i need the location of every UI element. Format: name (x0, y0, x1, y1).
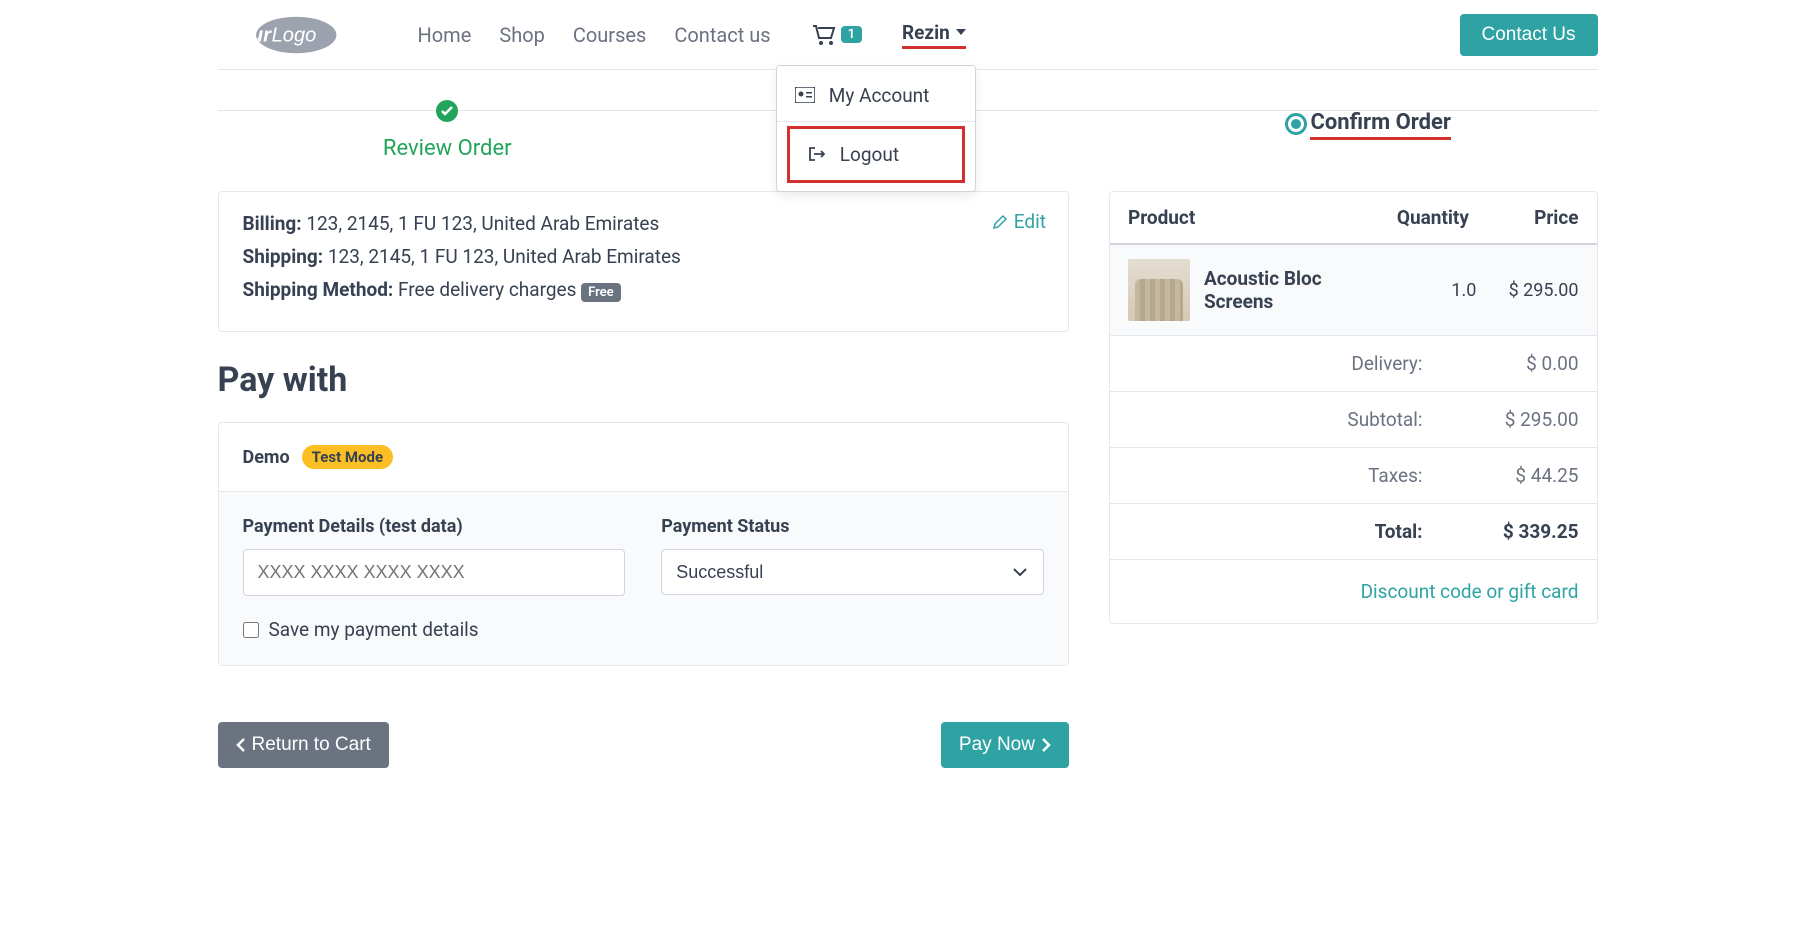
edit-address-link[interactable]: Edit (992, 210, 1046, 233)
svg-text:Your: Your (225, 24, 271, 46)
pay-now-button[interactable]: Pay Now (941, 722, 1069, 768)
total-value: $ 339.25 (1469, 520, 1579, 543)
nav-courses[interactable]: Courses (573, 23, 646, 47)
payment-box: Demo Test Mode Payment Details (test dat… (218, 422, 1069, 666)
address-card: Edit Billing: 123, 2145, 1 FU 123, Unite… (218, 191, 1069, 332)
return-to-cart-button[interactable]: Return to Cart (218, 722, 389, 768)
save-payment-checkbox[interactable] (243, 622, 259, 638)
shipping-line: Shipping: 123, 2145, 1 FU 123, United Ar… (243, 245, 1044, 268)
test-mode-badge: Test Mode (302, 445, 393, 469)
user-dropdown: My Account Logout (776, 65, 976, 192)
step-confirm[interactable]: Confirm Order (1138, 100, 1598, 161)
svg-text:Logo: Logo (271, 24, 316, 46)
dropdown-my-account-label: My Account (829, 84, 930, 107)
nav-contact[interactable]: Contact us (674, 23, 770, 47)
step-confirm-label: Confirm Order (1310, 110, 1451, 140)
taxes-label: Taxes: (1128, 464, 1423, 487)
return-to-cart-label: Return to Cart (252, 734, 371, 756)
order-line-item: Acoustic Bloc Screens 1.0 $ 295.00 (1110, 245, 1597, 336)
total-label: Total: (1128, 520, 1423, 543)
id-card-icon (795, 87, 815, 103)
payment-details-label: Payment Details (test data) (243, 516, 626, 537)
delivery-label: Delivery: (1128, 352, 1423, 375)
chevron-left-icon (236, 738, 246, 752)
step-review-label: Review Order (218, 136, 678, 161)
pencil-icon (992, 214, 1008, 230)
payment-status-label: Payment Status (661, 516, 1044, 537)
step-review[interactable]: Review Order (218, 100, 678, 161)
payment-status-select[interactable]: Successful (661, 549, 1044, 595)
logout-icon (808, 146, 826, 162)
logo[interactable]: YourLogo (218, 14, 338, 56)
chevron-right-icon (1041, 738, 1051, 752)
dropdown-my-account[interactable]: My Account (777, 70, 975, 121)
order-header-price: Price (1469, 206, 1579, 229)
product-image (1128, 259, 1190, 321)
save-payment-label: Save my payment details (269, 618, 479, 641)
navbar: YourLogo Home Shop Courses Contact us 1 … (218, 0, 1598, 70)
taxes-value: $ 44.25 (1469, 464, 1579, 487)
payment-details-input[interactable] (243, 549, 626, 596)
order-header-qty: Quantity (1371, 206, 1468, 229)
product-price: $ 295.00 (1476, 280, 1578, 301)
dropdown-logout-label: Logout (840, 143, 899, 166)
subtotal-value: $ 295.00 (1469, 408, 1579, 431)
discount-code-link[interactable]: Discount code or gift card (1361, 580, 1579, 603)
pay-now-label: Pay Now (959, 734, 1035, 756)
product-qty: 1.0 (1386, 280, 1477, 301)
payment-provider: Demo (243, 447, 290, 468)
subtotal-label: Subtotal: (1128, 408, 1423, 431)
product-name: Acoustic Bloc Screens (1204, 267, 1386, 313)
check-circle-icon (436, 100, 458, 122)
shipping-method-line: Shipping Method: Free delivery charges F… (243, 278, 1044, 301)
cart-link[interactable]: 1 (811, 24, 862, 46)
nav-links: Home Shop Courses Contact us (418, 23, 771, 47)
delivery-value: $ 0.00 (1469, 352, 1579, 375)
radio-active-icon (1285, 113, 1307, 135)
order-header-product: Product (1128, 206, 1372, 229)
pay-with-heading: Pay with (218, 360, 1069, 400)
billing-line: Billing: 123, 2145, 1 FU 123, United Ara… (243, 212, 1044, 235)
order-summary: Product Quantity Price Acoustic Bloc Scr… (1109, 191, 1598, 624)
dropdown-logout[interactable]: Logout (787, 126, 965, 183)
cart-icon (811, 24, 837, 46)
edit-address-label: Edit (1014, 210, 1046, 233)
free-badge: Free (581, 283, 621, 302)
nav-shop[interactable]: Shop (499, 23, 545, 47)
user-name: Rezin (902, 21, 950, 44)
cart-badge: 1 (841, 26, 862, 43)
chevron-down-icon (956, 29, 966, 35)
contact-us-button[interactable]: Contact Us (1460, 14, 1598, 56)
user-menu[interactable]: Rezin My Account Logout (902, 21, 966, 49)
nav-home[interactable]: Home (418, 23, 472, 47)
